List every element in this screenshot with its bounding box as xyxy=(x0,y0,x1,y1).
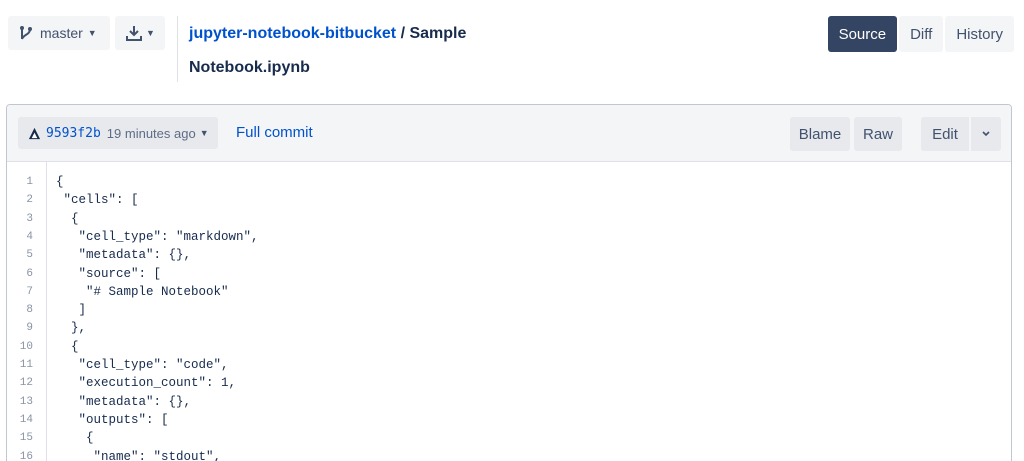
repo-link[interactable]: jupyter-notebook-bitbucket xyxy=(189,25,396,42)
line-content: "metadata": {}, xyxy=(56,248,192,263)
code-line: 9 }, xyxy=(7,319,1011,338)
line-content: { xyxy=(56,211,79,226)
code-line: 1{ xyxy=(7,173,1011,192)
filename-part-2: Notebook.ipynb xyxy=(189,59,310,76)
caret-down-icon: ▼ xyxy=(146,28,155,38)
line-number[interactable]: 7 xyxy=(7,283,33,302)
tab-history[interactable]: History xyxy=(945,16,1014,52)
raw-button[interactable]: Raw xyxy=(854,117,902,151)
code-line: 2 "cells": [ xyxy=(7,191,1011,210)
line-number[interactable]: 10 xyxy=(7,338,33,357)
code-line: 7 "# Sample Notebook" xyxy=(7,283,1011,302)
line-number[interactable]: 5 xyxy=(7,246,33,265)
line-number[interactable]: 12 xyxy=(7,374,33,393)
tab-source[interactable]: Source xyxy=(827,16,898,52)
line-number[interactable]: 4 xyxy=(7,228,33,247)
line-content: { xyxy=(56,339,79,354)
code-view: 1{2 "cells": [3 {4 "cell_type": "markdow… xyxy=(7,162,1011,461)
code-line: 6 "source": [ xyxy=(7,265,1011,284)
chevron-down-icon xyxy=(982,131,990,137)
commit-selector-button[interactable]: 9593f2b 19 minutes ago ▼ xyxy=(18,117,218,149)
line-number[interactable]: 9 xyxy=(7,319,33,338)
download-button[interactable]: ▼ xyxy=(115,16,165,50)
breadcrumb: jupyter-notebook-bitbucket / Sample xyxy=(189,22,466,46)
edit-options-button[interactable] xyxy=(971,117,1001,151)
line-content: "# Sample Notebook" xyxy=(56,284,229,299)
line-content: "cell_type": "code", xyxy=(56,358,229,372)
branch-label: master xyxy=(40,25,83,41)
line-number[interactable]: 6 xyxy=(7,265,33,284)
tab-diff[interactable]: Diff xyxy=(899,16,944,52)
line-number[interactable]: 13 xyxy=(7,393,33,412)
code-line: 10 { xyxy=(7,338,1011,357)
line-content: "execution_count": 1, xyxy=(56,376,237,391)
view-toggle-group: Source Diff History xyxy=(826,16,1014,52)
line-content: "source": [ xyxy=(56,266,162,281)
edit-button[interactable]: Edit xyxy=(921,117,969,151)
caret-down-icon: ▼ xyxy=(87,28,97,38)
toolbar-divider xyxy=(177,16,178,82)
line-number[interactable]: 11 xyxy=(7,356,33,375)
code-line: 16 "name": "stdout", xyxy=(7,448,1011,461)
line-number[interactable]: 1 xyxy=(7,173,33,192)
code-line: 8 ] xyxy=(7,301,1011,320)
commit-time: 19 minutes ago xyxy=(106,125,196,141)
code-line: 11 "cell_type": "code", xyxy=(7,356,1011,375)
line-number[interactable]: 3 xyxy=(7,210,33,229)
code-line: 5 "metadata": {}, xyxy=(7,246,1011,265)
line-number[interactable]: 14 xyxy=(7,411,33,430)
line-content: "metadata": {}, xyxy=(56,394,192,409)
branch-icon xyxy=(20,26,32,40)
file-panel: 9593f2b 19 minutes ago ▼ Full commit Bla… xyxy=(6,104,1012,461)
code-line: 13 "metadata": {}, xyxy=(7,393,1011,412)
line-number[interactable]: 15 xyxy=(7,429,33,448)
line-number[interactable]: 16 xyxy=(7,448,33,461)
branch-selector-button[interactable]: master ▼ xyxy=(8,16,110,50)
line-content: ] xyxy=(56,303,87,318)
code-line: 14 "outputs": [ xyxy=(7,411,1011,430)
full-commit-link[interactable]: Full commit xyxy=(236,124,313,141)
line-content: { xyxy=(56,175,64,189)
file-header: 9593f2b 19 minutes ago ▼ Full commit Bla… xyxy=(7,105,1011,162)
avatar-icon xyxy=(28,127,41,139)
filename-part-1: Sample xyxy=(409,25,467,42)
code-line: 4 "cell_type": "markdown", xyxy=(7,228,1011,247)
line-number[interactable]: 8 xyxy=(7,301,33,320)
caret-down-icon: ▼ xyxy=(199,128,209,138)
code-line: 12 "execution_count": 1, xyxy=(7,374,1011,393)
blame-button[interactable]: Blame xyxy=(790,117,850,151)
line-number[interactable]: 2 xyxy=(7,191,33,210)
line-content: "outputs": [ xyxy=(56,412,169,427)
commit-hash: 9593f2b xyxy=(46,125,101,141)
path-separator: / xyxy=(400,25,406,42)
line-content: "name": "stdout", xyxy=(56,449,222,461)
code-line: 15 { xyxy=(7,429,1011,448)
line-content: { xyxy=(56,431,94,446)
line-content: "cell_type": "markdown", xyxy=(56,229,259,244)
line-content: }, xyxy=(56,321,87,336)
download-icon xyxy=(126,26,143,41)
line-content: "cells": [ xyxy=(56,193,139,208)
filename-continued: Notebook.ipynb xyxy=(189,56,310,80)
code-line: 3 { xyxy=(7,210,1011,229)
